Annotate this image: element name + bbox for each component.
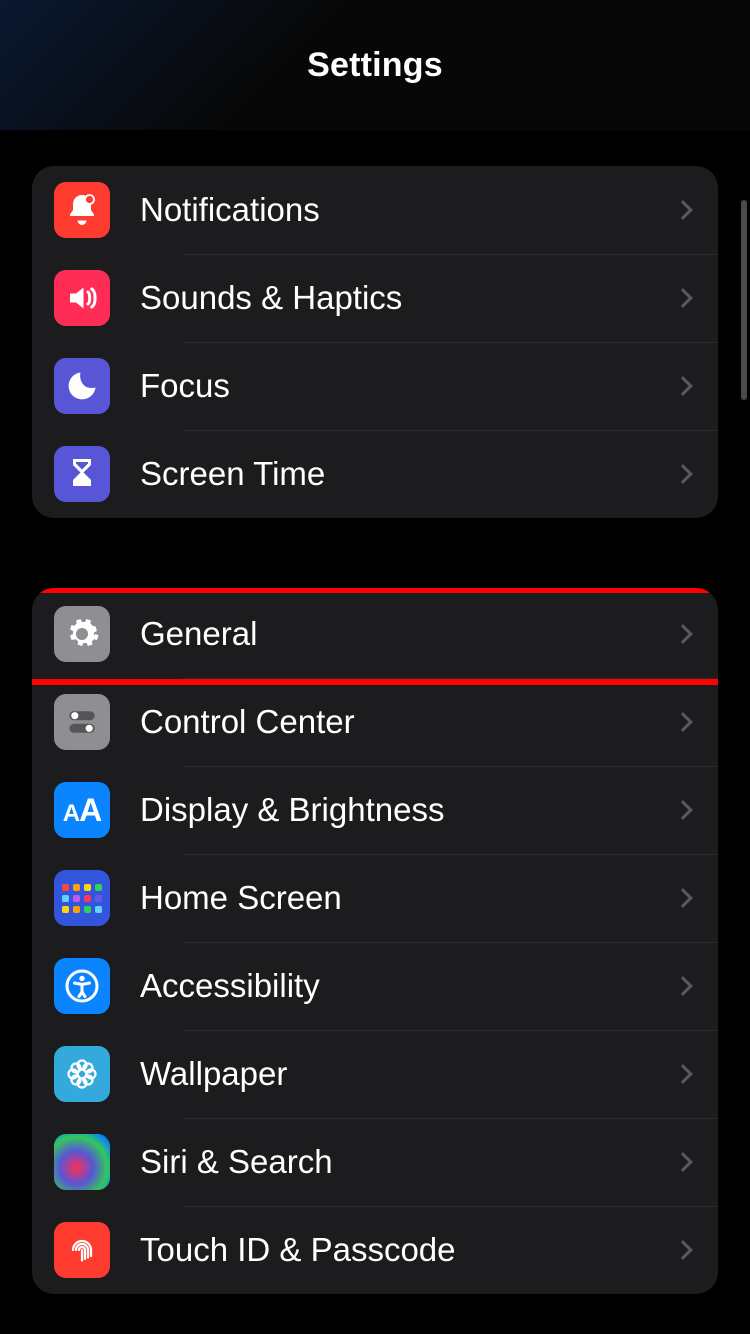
row-label: Screen Time	[140, 455, 676, 493]
row-sounds-haptics[interactable]: Sounds & Haptics	[32, 254, 718, 342]
siri-icon	[54, 1134, 110, 1190]
row-screen-time[interactable]: Screen Time	[32, 430, 718, 518]
row-label: Control Center	[140, 703, 676, 741]
header: Settings	[0, 0, 750, 130]
accessibility-icon	[54, 958, 110, 1014]
toggles-icon	[54, 694, 110, 750]
row-display-brightness[interactable]: AA Display & Brightness	[32, 766, 718, 854]
row-control-center[interactable]: Control Center	[32, 678, 718, 766]
row-label: Accessibility	[140, 967, 676, 1005]
hourglass-icon	[54, 446, 110, 502]
fingerprint-icon	[54, 1222, 110, 1278]
row-general[interactable]: General	[32, 590, 718, 678]
chevron-right-icon	[673, 464, 693, 484]
row-home-screen[interactable]: Home Screen	[32, 854, 718, 942]
chevron-right-icon	[673, 1152, 693, 1172]
speaker-icon	[54, 270, 110, 326]
row-label: Focus	[140, 367, 676, 405]
chevron-right-icon	[673, 288, 693, 308]
row-notifications[interactable]: Notifications	[32, 166, 718, 254]
row-wallpaper[interactable]: Wallpaper	[32, 1030, 718, 1118]
scrollbar[interactable]	[741, 200, 747, 400]
row-label: General	[140, 615, 676, 653]
row-label: Touch ID & Passcode	[140, 1231, 676, 1269]
row-label: Display & Brightness	[140, 791, 676, 829]
chevron-right-icon	[673, 1240, 693, 1260]
row-label: Siri & Search	[140, 1143, 676, 1181]
row-touch-id-passcode[interactable]: Touch ID & Passcode	[32, 1206, 718, 1294]
chevron-right-icon	[673, 376, 693, 396]
text-size-icon: AA	[54, 782, 110, 838]
bell-icon	[54, 182, 110, 238]
row-label: Sounds & Haptics	[140, 279, 676, 317]
chevron-right-icon	[673, 888, 693, 908]
gear-icon	[54, 606, 110, 662]
chevron-right-icon	[673, 800, 693, 820]
row-label: Wallpaper	[140, 1055, 676, 1093]
row-label: Notifications	[140, 191, 676, 229]
row-accessibility[interactable]: Accessibility	[32, 942, 718, 1030]
row-label: Home Screen	[140, 879, 676, 917]
chevron-right-icon	[673, 624, 693, 644]
settings-group-2: General Control Center AA Display & Brig…	[32, 588, 718, 1294]
chevron-right-icon	[673, 712, 693, 732]
moon-icon	[54, 358, 110, 414]
chevron-right-icon	[673, 1064, 693, 1084]
row-siri-search[interactable]: Siri & Search	[32, 1118, 718, 1206]
chevron-right-icon	[673, 200, 693, 220]
settings-group-1: Notifications Sounds & Haptics Focus Scr…	[32, 166, 718, 518]
chevron-right-icon	[673, 976, 693, 996]
grid-icon	[54, 870, 110, 926]
flower-icon	[54, 1046, 110, 1102]
page-title: Settings	[307, 46, 443, 85]
row-focus[interactable]: Focus	[32, 342, 718, 430]
